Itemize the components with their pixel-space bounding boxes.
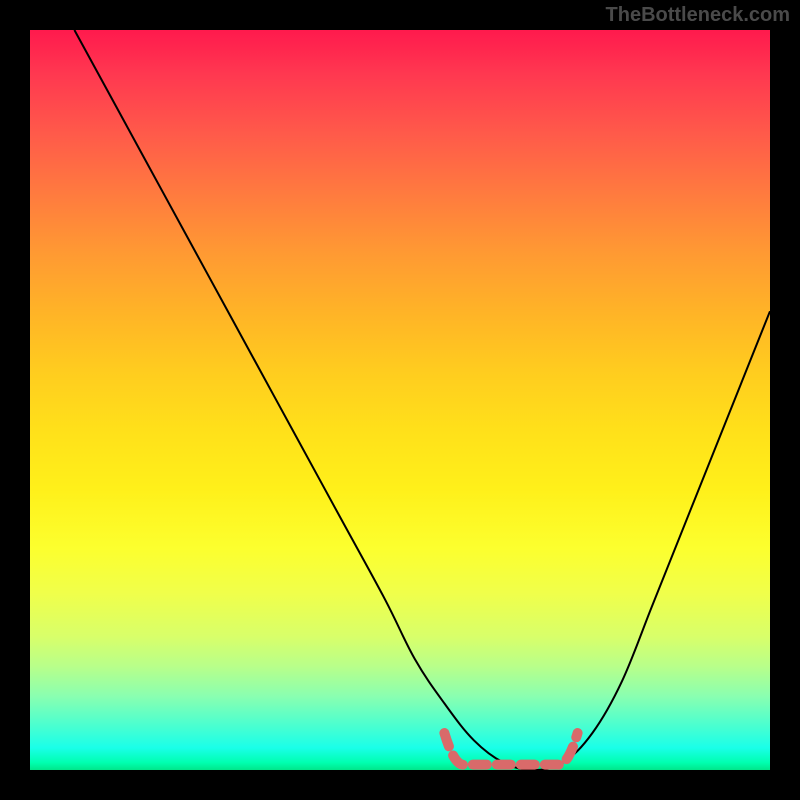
optimal-zone-marker (444, 733, 577, 765)
chart-plot-area (30, 30, 770, 770)
bottleneck-curve-line (74, 30, 770, 770)
chart-svg (30, 30, 770, 770)
attribution-text: TheBottleneck.com (606, 4, 790, 27)
